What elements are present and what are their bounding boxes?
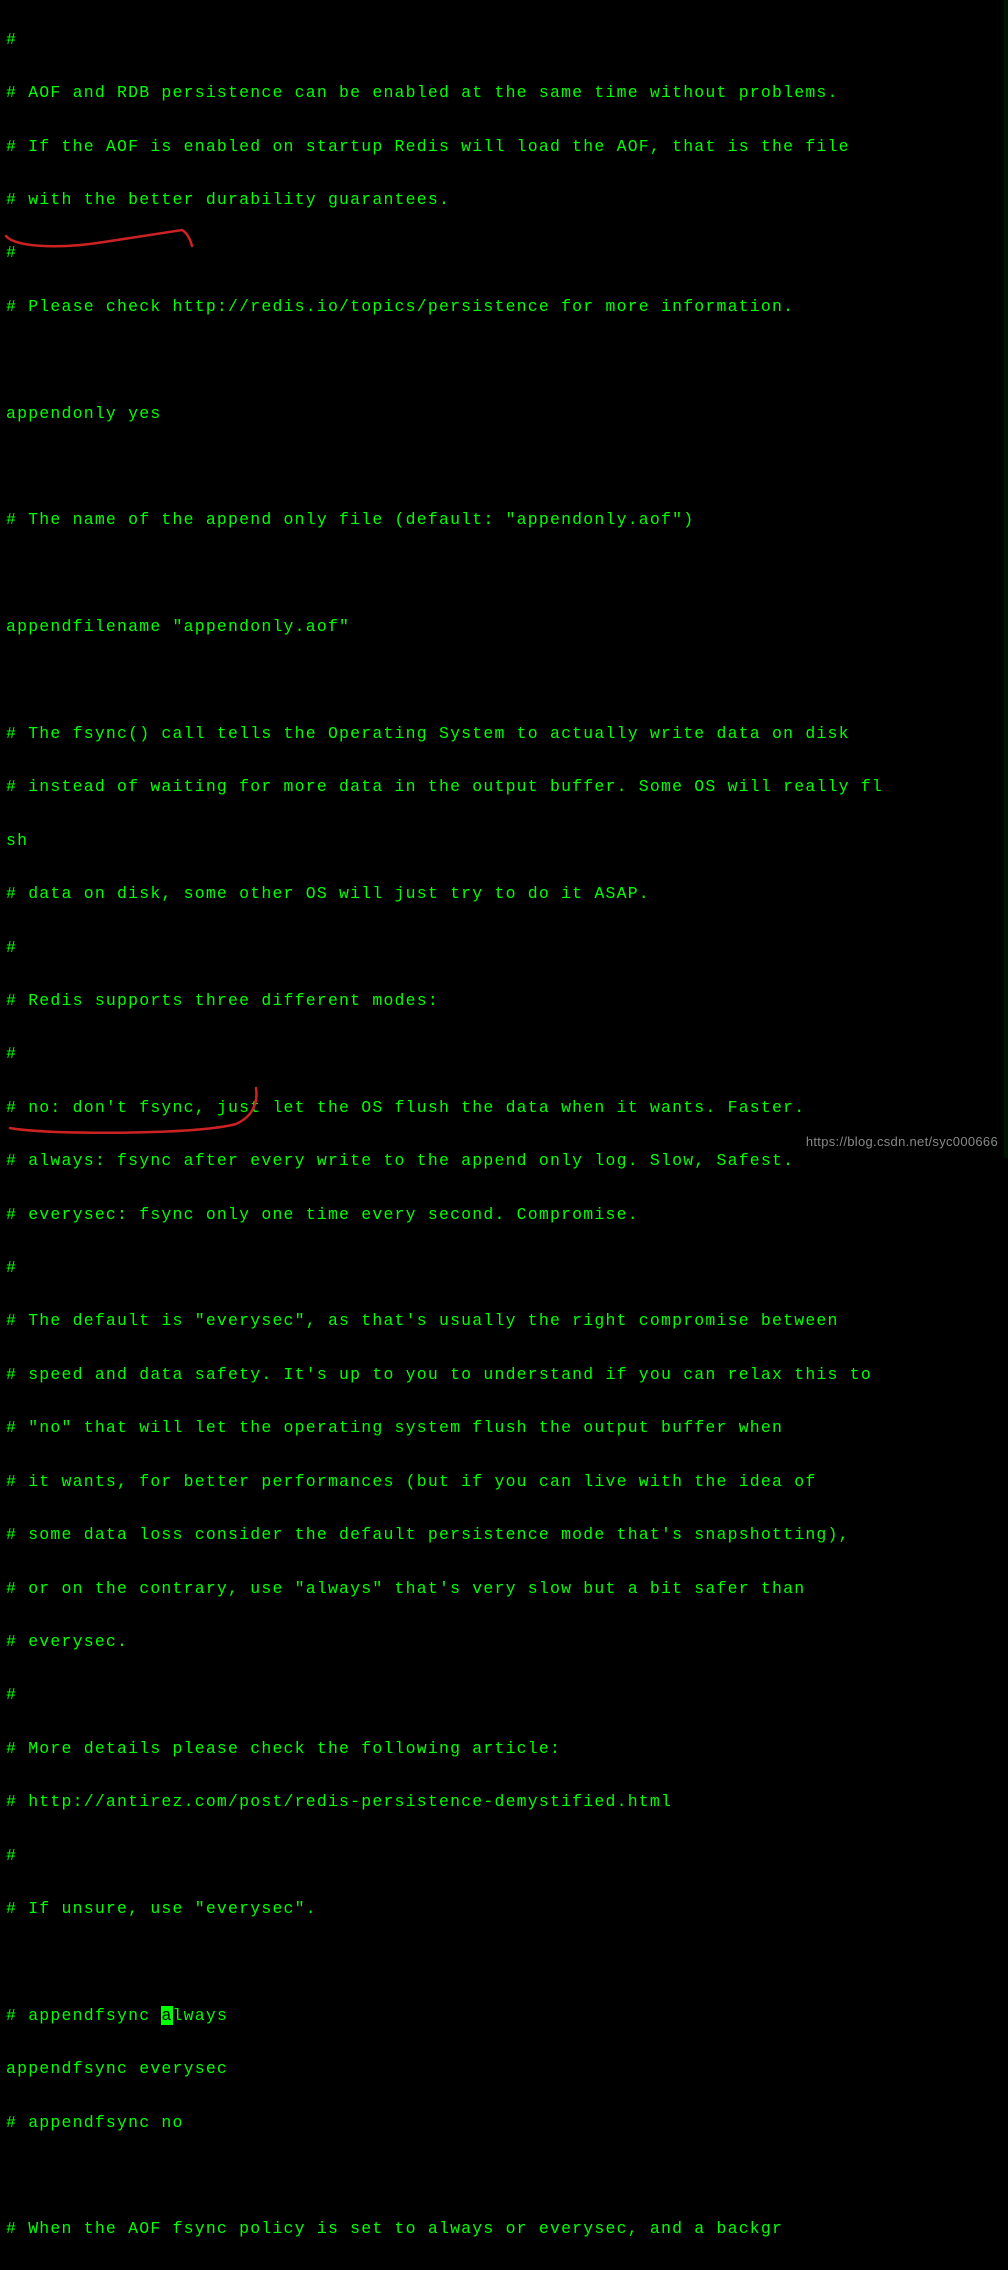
config-line: # When the AOF fsync policy is set to al… xyxy=(6,2216,1002,2243)
config-setting-appendonly: appendonly yes xyxy=(6,401,1002,428)
config-line: # xyxy=(6,1041,1002,1068)
config-line: # The fsync() call tells the Operating S… xyxy=(6,721,1002,748)
config-line: # data on disk, some other OS will just … xyxy=(6,881,1002,908)
config-line xyxy=(6,347,1002,374)
config-line: # with the better durability guarantees. xyxy=(6,187,1002,214)
config-line: # everysec: fsync only one time every se… xyxy=(6,1202,1002,1229)
config-line: # xyxy=(6,1682,1002,1709)
config-line: # appendfsync no xyxy=(6,2110,1002,2137)
config-setting-appendfilename: appendfilename "appendonly.aof" xyxy=(6,614,1002,641)
config-line: # The default is "everysec", as that's u… xyxy=(6,1308,1002,1335)
config-line: # or on the contrary, use "always" that'… xyxy=(6,1576,1002,1603)
config-line: # instead of waiting for more data in th… xyxy=(6,774,1002,801)
config-line: # "no" that will let the operating syste… xyxy=(6,1415,1002,1442)
config-line: # xyxy=(6,935,1002,962)
config-line xyxy=(6,668,1002,695)
config-line xyxy=(6,2163,1002,2190)
config-line: # speed and data safety. It's up to you … xyxy=(6,1362,1002,1389)
scrollbar-track[interactable] xyxy=(1004,0,1008,1158)
config-line: # Please check http://redis.io/topics/pe… xyxy=(6,294,1002,321)
config-line: # Redis supports three different modes: xyxy=(6,988,1002,1015)
config-line xyxy=(6,454,1002,481)
config-line xyxy=(6,561,1002,588)
config-line: # xyxy=(6,1255,1002,1282)
config-line: # xyxy=(6,27,1002,54)
config-line: # it wants, for better performances (but… xyxy=(6,1469,1002,1496)
text-after-cursor: lways xyxy=(173,2006,229,2025)
watermark-text: https://blog.csdn.net/syc000666 xyxy=(806,1131,998,1152)
cursor-position: a xyxy=(161,2006,172,2025)
config-line: # always: fsync after every write to the… xyxy=(6,1148,1002,1175)
config-line: # If unsure, use "everysec". xyxy=(6,1896,1002,1923)
config-line: # xyxy=(6,1843,1002,1870)
config-line: # xyxy=(6,240,1002,267)
config-line: sh xyxy=(6,828,1002,855)
config-line: # The name of the append only file (defa… xyxy=(6,507,1002,534)
config-line: # some data loss consider the default pe… xyxy=(6,1522,1002,1549)
config-line: # AOF and RDB persistence can be enabled… xyxy=(6,80,1002,107)
config-line: # everysec. xyxy=(6,1629,1002,1656)
config-line: # no: don't fsync, just let the OS flush… xyxy=(6,1095,1002,1122)
text-before-cursor: # appendfsync xyxy=(6,2006,161,2025)
config-line: # If the AOF is enabled on startup Redis… xyxy=(6,134,1002,161)
config-line xyxy=(6,1949,1002,1976)
config-line-with-cursor: # appendfsync always xyxy=(6,2003,1002,2030)
config-setting-appendfsync: appendfsync everysec xyxy=(6,2056,1002,2083)
config-line: # More details please check the followin… xyxy=(6,1736,1002,1763)
config-line: # http://antirez.com/post/redis-persiste… xyxy=(6,1789,1002,1816)
